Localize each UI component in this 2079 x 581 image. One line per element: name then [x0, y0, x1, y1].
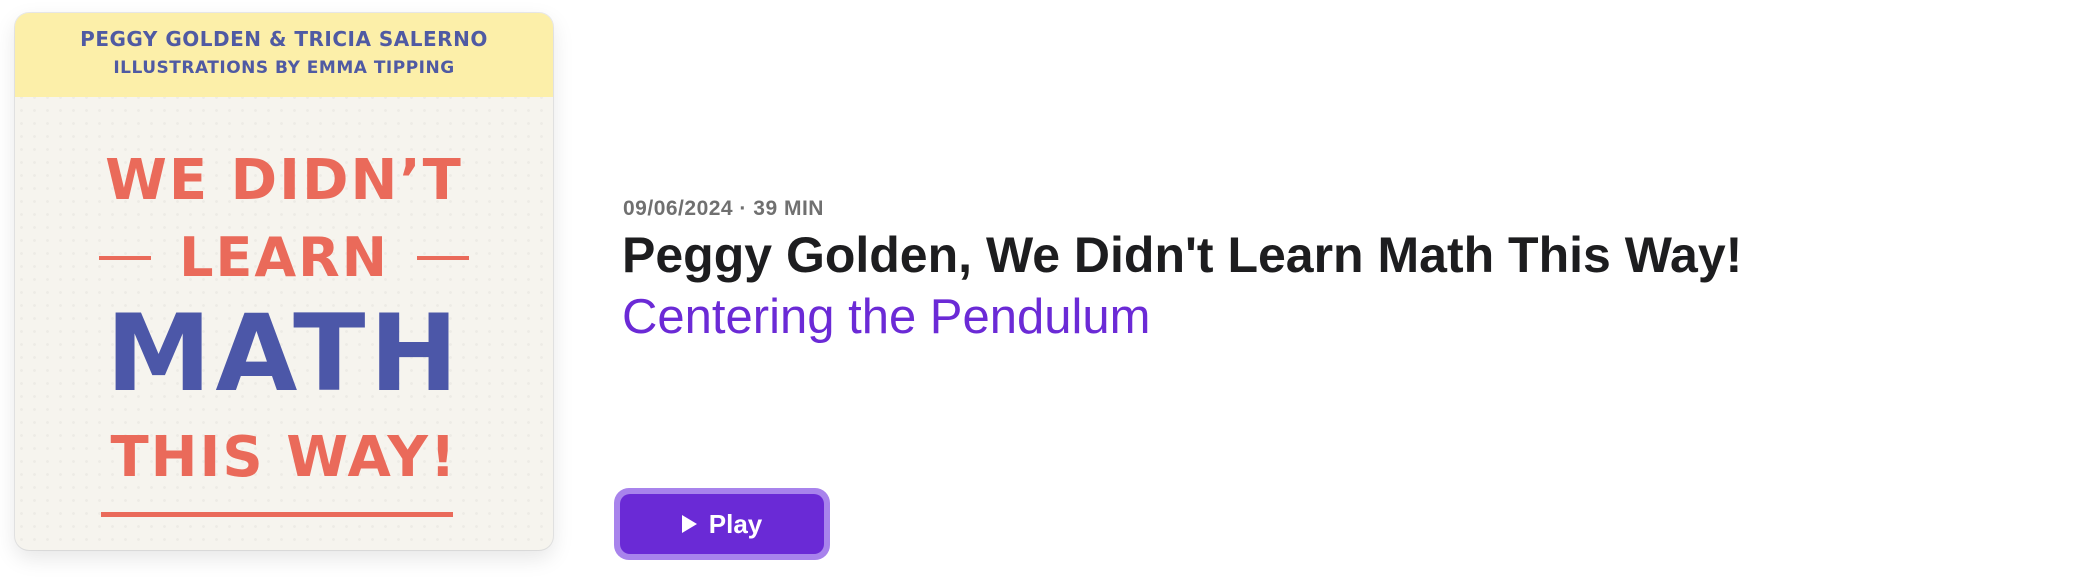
episode-meta: 09/06/2024 · 39 MIN	[623, 197, 824, 220]
episode-title: Peggy Golden, We Didn't Learn Math This …	[622, 227, 1743, 283]
artwork-dash-left	[99, 256, 152, 260]
play-button[interactable]: Play	[620, 494, 824, 554]
play-button-label: Play	[708, 508, 763, 539]
show-link[interactable]: Centering the Pendulum	[622, 289, 1150, 345]
artwork-author-banner: PEGGY GOLDEN & TRICIA SALERNO ILLUSTRATI…	[15, 13, 553, 97]
artwork-title-line-4: THIS WAY!	[110, 425, 458, 490]
artwork-rule	[101, 512, 453, 517]
artwork-dash-right	[416, 256, 469, 260]
episode-artwork: PEGGY GOLDEN & TRICIA SALERNO ILLUSTRATI…	[15, 13, 553, 550]
artwork-authors: PEGGY GOLDEN & TRICIA SALERNO	[80, 27, 488, 51]
episode-header: PEGGY GOLDEN & TRICIA SALERNO ILLUSTRATI…	[0, 0, 2079, 581]
artwork-title-line-3: MATH	[105, 292, 463, 415]
artwork-title-line-2-group: LEARN	[15, 231, 553, 285]
play-button-focus-ring: Play	[614, 488, 830, 560]
artwork-title-line-2: LEARN	[179, 226, 389, 289]
artwork-title-line-1: WE DIDN’T	[105, 148, 463, 213]
play-icon	[681, 515, 697, 533]
artwork-illustrator: ILLUSTRATIONS BY EMMA TIPPING	[113, 58, 455, 78]
